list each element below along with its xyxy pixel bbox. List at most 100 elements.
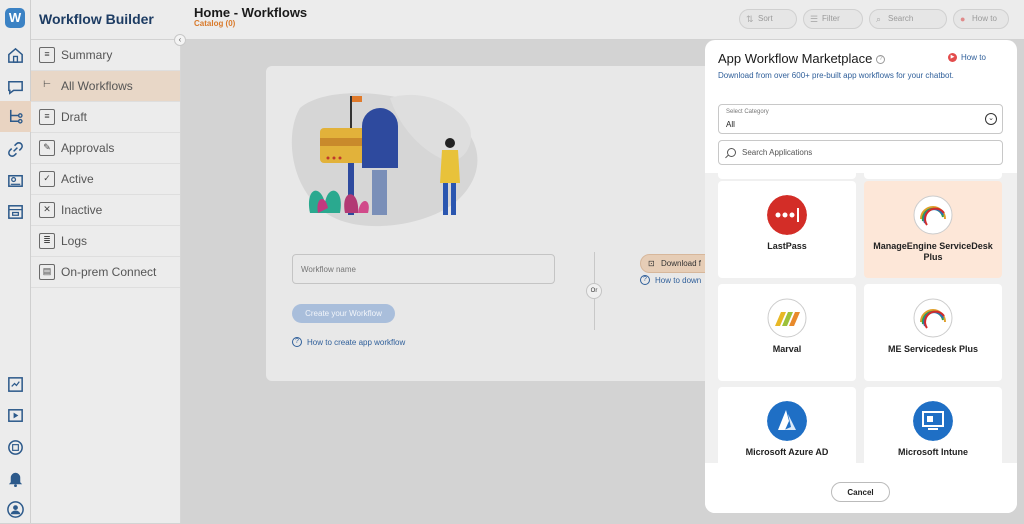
app-name: ME Servicedesk Plus bbox=[887, 344, 979, 354]
search-applications-input[interactable]: Search Applications bbox=[718, 140, 1003, 165]
category-value: All bbox=[726, 120, 735, 129]
howto-button[interactable]: ● How to bbox=[953, 9, 1009, 29]
sidebar-item-inactive[interactable]: ✕ Inactive bbox=[31, 195, 180, 226]
marketplace-panel: App Workflow Marketplace? ▶ How to Downlo… bbox=[705, 40, 1017, 513]
app-logo[interactable]: W bbox=[5, 8, 25, 28]
sidebar-item-approvals[interactable]: ✎ Approvals bbox=[31, 133, 180, 164]
app-card-marval[interactable]: Marval bbox=[718, 284, 856, 381]
video-play-icon: ● bbox=[960, 14, 966, 24]
chat-icon[interactable] bbox=[6, 78, 25, 97]
sort-icon: ⇅ bbox=[746, 14, 754, 24]
intune-logo bbox=[913, 401, 953, 441]
app-grid: LastPass ManageEngine ServiceDesk Plus M… bbox=[705, 173, 1017, 463]
video-play-icon: ▶ bbox=[948, 53, 957, 62]
panel-howto-link[interactable]: ▶ How to bbox=[948, 53, 986, 62]
search-input[interactable]: ⌕ Search bbox=[869, 9, 947, 29]
sidebar: ≡ Summary ⊢ All Workflows ≡ Draft ✎ Approval… bbox=[31, 40, 181, 523]
howto-download-link[interactable]: ? How to down bbox=[640, 275, 701, 285]
video-icon[interactable] bbox=[6, 406, 25, 425]
filter-button[interactable]: ☰ Filter bbox=[803, 9, 863, 29]
bell-icon[interactable] bbox=[6, 469, 25, 488]
inbox-icon[interactable] bbox=[6, 202, 25, 221]
x-icon: ✕ bbox=[39, 202, 55, 218]
sidebar-item-label: Summary bbox=[61, 48, 113, 62]
create-workflow-card: Create your Workflow ? How to create app … bbox=[266, 66, 730, 381]
sidebar-item-draft[interactable]: ≡ Draft bbox=[31, 102, 180, 133]
sort-label: Sort bbox=[758, 14, 773, 23]
howto-label: How to bbox=[972, 14, 997, 23]
azure-logo bbox=[767, 401, 807, 441]
draft-icon: ≡ bbox=[39, 109, 55, 125]
notes-icon[interactable] bbox=[6, 375, 25, 394]
question-icon: ? bbox=[640, 275, 650, 285]
or-badge: Or bbox=[586, 283, 602, 299]
manageengine-logo bbox=[913, 195, 953, 235]
panel-footer: Cancel bbox=[705, 463, 1017, 513]
question-icon: ? bbox=[292, 337, 302, 347]
sidebar-item-label: On-prem Connect bbox=[61, 265, 157, 279]
left-rail: W bbox=[0, 0, 31, 523]
app-card-partial bbox=[718, 173, 856, 179]
sidebar-item-all-workflows[interactable]: ⊢ All Workflows bbox=[31, 71, 180, 102]
check-icon: ✓ bbox=[39, 171, 55, 187]
dashboard-icon[interactable] bbox=[6, 171, 25, 190]
app-card-manageengine-servicedesk-plus[interactable]: ManageEngine ServiceDesk Plus bbox=[864, 181, 1002, 278]
tree-icon: ⊢ bbox=[43, 79, 51, 89]
panel-title-text: App Workflow Marketplace bbox=[718, 51, 873, 66]
panel-subtitle: Download from over 600+ pre-built app wo… bbox=[718, 71, 954, 80]
collapse-sidebar-button[interactable]: ‹ bbox=[174, 34, 186, 46]
search-applications-placeholder: Search Applications bbox=[742, 148, 813, 157]
sidebar-item-logs[interactable]: ≣ Logs bbox=[31, 226, 180, 257]
app-card-microsoft-azure-ad[interactable]: Microsoft Azure AD bbox=[718, 387, 856, 463]
logs-icon: ≣ bbox=[39, 233, 55, 249]
approvals-icon: ✎ bbox=[39, 140, 55, 156]
lastpass-logo bbox=[767, 195, 807, 235]
page-title: Home - Workflows bbox=[194, 5, 308, 20]
app-card-lastpass[interactable]: LastPass bbox=[718, 181, 856, 278]
catalog-count[interactable]: Catalog (0) bbox=[194, 19, 235, 28]
help-icon[interactable] bbox=[6, 438, 25, 457]
sidebar-item-active[interactable]: ✓ Active bbox=[31, 164, 180, 195]
download-icon: ⊡ bbox=[648, 259, 655, 268]
howto-download-label: How to down bbox=[655, 275, 702, 285]
sort-button[interactable]: ⇅ Sort bbox=[739, 9, 797, 29]
workflow-name-input[interactable] bbox=[292, 254, 555, 284]
sidebar-item-label: Logs bbox=[61, 234, 88, 248]
search-icon bbox=[727, 148, 736, 157]
mailbox-illustration bbox=[291, 93, 478, 227]
home-icon[interactable] bbox=[6, 46, 25, 65]
sidebar-item-label: Draft bbox=[61, 110, 88, 124]
sidebar-item-on-prem-connect[interactable]: ▤ On-prem Connect bbox=[31, 257, 180, 288]
search-icon: ⌕ bbox=[876, 14, 882, 24]
sidebar-item-label: All Workflows bbox=[61, 79, 133, 93]
app-name: ManageEngine ServiceDesk Plus bbox=[873, 241, 993, 262]
info-icon[interactable]: ? bbox=[876, 55, 886, 65]
link-icon[interactable] bbox=[6, 140, 25, 159]
sidebar-item-label: Active bbox=[61, 172, 94, 186]
chevron-down-icon: ⌄ bbox=[985, 113, 997, 125]
app-card-me-servicedesk-plus[interactable]: ME Servicedesk Plus bbox=[864, 284, 1002, 381]
sidebar-item-summary[interactable]: ≡ Summary bbox=[31, 40, 180, 71]
howto-create-link[interactable]: ? How to create app workflow bbox=[292, 337, 405, 347]
app-name: Microsoft Intune bbox=[898, 447, 968, 457]
panel-title: App Workflow Marketplace? bbox=[718, 51, 886, 66]
sidebar-item-label: Approvals bbox=[61, 141, 115, 155]
app-card-microsoft-intune[interactable]: Microsoft Intune bbox=[864, 387, 1002, 463]
server-icon: ▤ bbox=[39, 264, 55, 280]
app-name: Marval bbox=[772, 344, 802, 354]
cancel-button[interactable]: Cancel bbox=[831, 482, 890, 502]
create-workflow-button[interactable]: Create your Workflow bbox=[292, 304, 395, 323]
filter-label: Filter bbox=[822, 14, 840, 23]
manageengine-logo bbox=[913, 298, 953, 338]
app-title: Workflow Builder bbox=[39, 11, 154, 27]
profile-icon[interactable] bbox=[6, 500, 25, 519]
filter-icon: ☰ bbox=[810, 14, 819, 24]
panel-howto-label: How to bbox=[961, 53, 986, 62]
category-select[interactable]: Select Category All ⌄ bbox=[718, 104, 1003, 134]
workflow-icon[interactable] bbox=[0, 101, 31, 132]
app-card-partial bbox=[864, 173, 1002, 179]
download-label: Download f bbox=[661, 259, 702, 268]
app-name: Microsoft Azure AD bbox=[745, 447, 829, 457]
category-label: Select Category bbox=[726, 109, 769, 115]
search-placeholder: Search bbox=[888, 14, 914, 23]
